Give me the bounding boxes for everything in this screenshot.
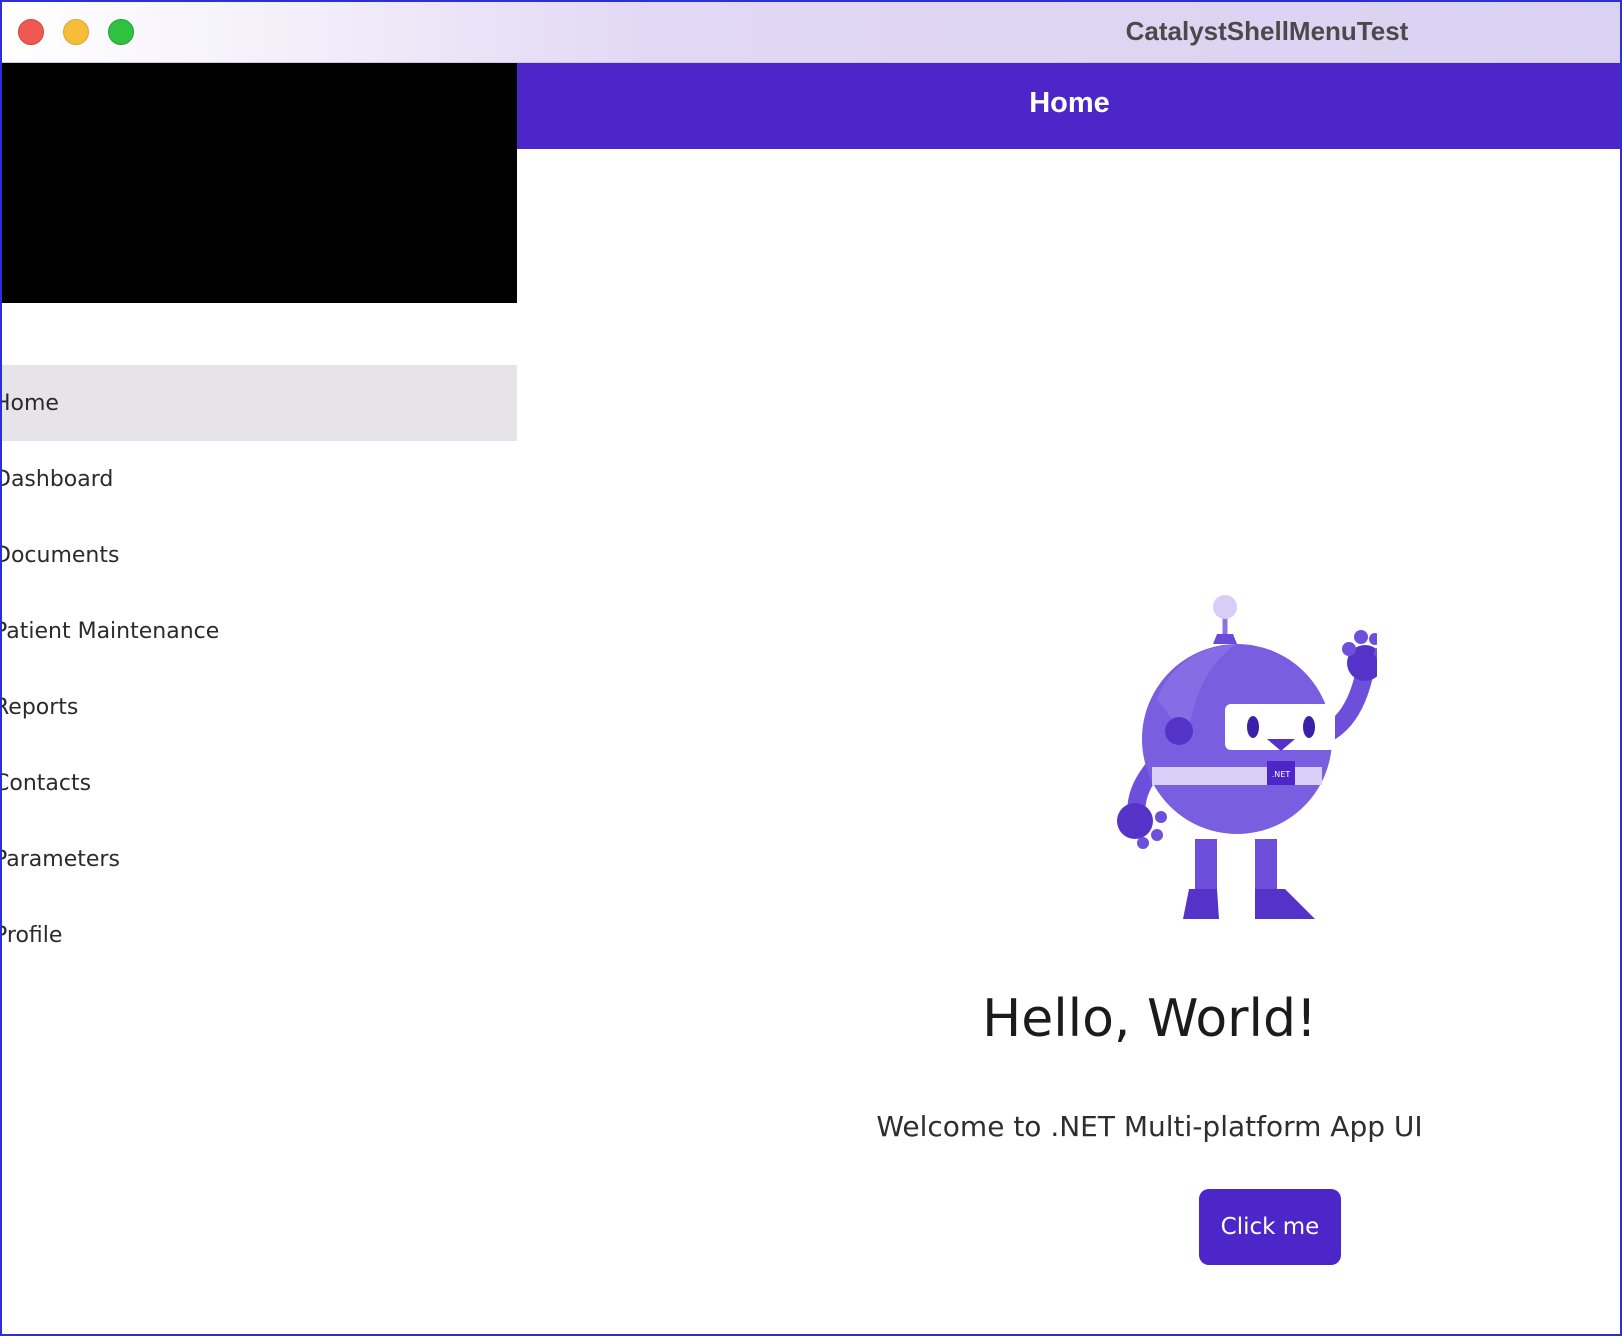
flyout-item-label: Parameters (0, 846, 120, 872)
flyout-item-dashboard[interactable]: Dashboard (2, 441, 517, 517)
page-title: Home (1029, 87, 1110, 119)
dotnet-bot-icon: .NET (1117, 595, 1377, 919)
minimize-window-button[interactable] (63, 19, 89, 45)
flyout-item-patient-maintenance[interactable]: Patient Maintenance (2, 593, 517, 669)
navigation-bar: Home (517, 63, 1620, 149)
flyout-item-label: Documents (0, 542, 120, 568)
flyout-item-documents[interactable]: Documents (2, 517, 517, 593)
flyout-item-label: Reports (0, 694, 79, 720)
flyout-item-profile[interactable]: Profile (2, 897, 517, 973)
flyout-item-label: Contacts (0, 770, 92, 796)
flyout-item-contacts[interactable]: Contacts (2, 745, 517, 821)
flyout-header (2, 63, 517, 303)
welcome-text: Welcome to .NET Multi-platform App UI (876, 1110, 1423, 1143)
hello-heading: Hello, World! (982, 989, 1317, 1049)
flyout-menu: Home Dashboard Documents Patient Mainten… (2, 63, 517, 1334)
flyout-item-label: Patient Maintenance (0, 618, 220, 644)
flyout-item-parameters[interactable]: Parameters (2, 821, 517, 897)
window-title: CatalystShellMenuTest (1125, 16, 1409, 46)
main-content: .NET Hello, World! Welcome to .NET Multi… (517, 149, 1620, 1334)
svg-text:.NET: .NET (1272, 770, 1291, 779)
title-bar[interactable]: CatalystShellMenuTest (2, 2, 1620, 63)
app-window: CatalystShellMenuTest Home Dashboard Doc… (0, 0, 1622, 1336)
close-window-button[interactable] (18, 19, 44, 45)
flyout-item-label: Profile (0, 922, 63, 948)
flyout-item-list: Home Dashboard Documents Patient Mainten… (2, 365, 517, 973)
flyout-item-home[interactable]: Home (2, 365, 517, 441)
flyout-item-reports[interactable]: Reports (2, 669, 517, 745)
maximize-window-button[interactable] (108, 19, 134, 45)
flyout-item-label: Home (0, 390, 59, 416)
click-me-button[interactable]: Click me (1199, 1189, 1341, 1265)
flyout-item-label: Dashboard (0, 466, 114, 492)
